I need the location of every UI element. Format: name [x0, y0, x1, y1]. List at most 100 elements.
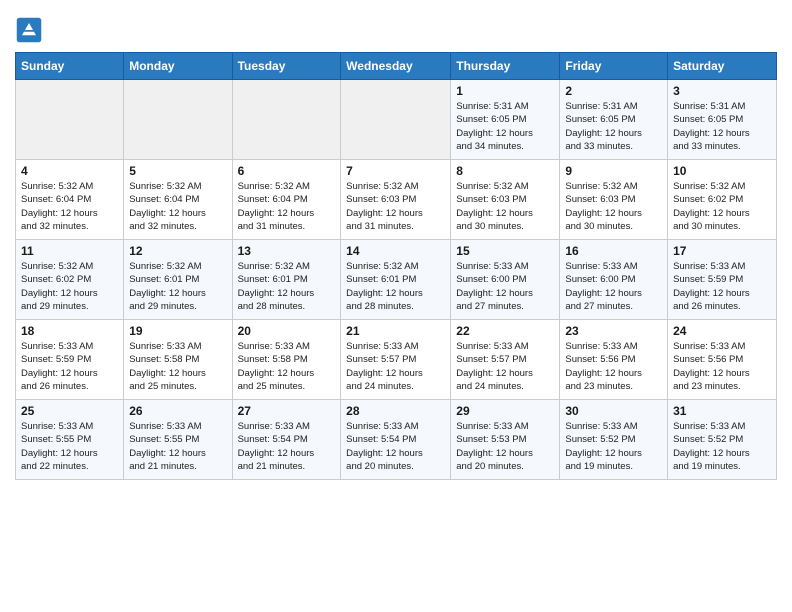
day-number: 6 [238, 164, 336, 178]
day-number: 31 [673, 404, 771, 418]
calendar-cell: 23Sunrise: 5:33 AM Sunset: 5:56 PM Dayli… [560, 320, 668, 400]
day-info: Sunrise: 5:32 AM Sunset: 6:03 PM Dayligh… [346, 180, 445, 233]
day-info: Sunrise: 5:33 AM Sunset: 5:59 PM Dayligh… [21, 340, 118, 393]
day-number: 25 [21, 404, 118, 418]
day-number: 17 [673, 244, 771, 258]
day-info: Sunrise: 5:33 AM Sunset: 5:57 PM Dayligh… [456, 340, 554, 393]
day-number: 15 [456, 244, 554, 258]
day-info: Sunrise: 5:33 AM Sunset: 5:58 PM Dayligh… [129, 340, 226, 393]
calendar-cell: 28 Sunrise: 5:33 AM Sunset: 5:54 PM Dayli… [341, 400, 451, 480]
calendar-cell: 3 Sunrise: 5:31 AM Sunset: 6:05 PM Daylig… [668, 80, 777, 160]
day-number: 30 [565, 404, 662, 418]
day-number: 3 [673, 84, 771, 98]
day-number: 4 [21, 164, 118, 178]
calendar-cell: 8 Sunrise: 5:32 AM Sunset: 6:03 PM Daylig… [451, 160, 560, 240]
calendar-cell: 17 Sunrise: 5:33 AM Sunset: 5:59 PM Dayli… [668, 240, 777, 320]
calendar-cell: 14 Sunrise: 5:32 AM Sunset: 6:01 PM Dayli… [341, 240, 451, 320]
day-info: Sunrise: 5:32 AM Sunset: 6:01 PM Dayligh… [129, 260, 226, 313]
day-number: 26 [129, 404, 226, 418]
calendar-cell: 13 Sunrise: 5:32 AM Sunset: 6:01 PM Dayli… [232, 240, 341, 320]
day-number: 22 [456, 324, 554, 338]
calendar-cell: 12 Sunrise: 5:32 AM Sunset: 6:01 PM Dayli… [124, 240, 232, 320]
day-number: 27 [238, 404, 336, 418]
weekday-header-tuesday: Tuesday [232, 53, 341, 80]
calendar-cell: 27Sunrise: 5:33 AM Sunset: 5:54 PM Dayli… [232, 400, 341, 480]
calendar-cell: 16 Sunrise: 5:33 AM Sunset: 6:00 PM Dayli… [560, 240, 668, 320]
calendar-cell: 11Sunrise: 5:32 AM Sunset: 6:02 PM Dayli… [16, 240, 124, 320]
calendar-cell: 20Sunrise: 5:33 AM Sunset: 5:58 PM Dayli… [232, 320, 341, 400]
day-number: 13 [238, 244, 336, 258]
weekday-header-row: SundayMondayTuesdayWednesdayThursdayFrid… [16, 53, 777, 80]
day-info: Sunrise: 5:33 AM Sunset: 5:56 PM Dayligh… [673, 340, 771, 393]
day-info: Sunrise: 5:31 AM Sunset: 6:05 PM Dayligh… [673, 100, 771, 153]
weekday-header-saturday: Saturday [668, 53, 777, 80]
day-info: Sunrise: 5:33 AM Sunset: 5:55 PM Dayligh… [129, 420, 226, 473]
day-number: 2 [565, 84, 662, 98]
day-info: Sunrise: 5:32 AM Sunset: 6:04 PM Dayligh… [21, 180, 118, 233]
calendar-week-row: 18 Sunrise: 5:33 AM Sunset: 5:59 PM Dayli… [16, 320, 777, 400]
day-number: 10 [673, 164, 771, 178]
calendar-cell [232, 80, 341, 160]
day-info: Sunrise: 5:31 AM Sunset: 6:05 PM Dayligh… [565, 100, 662, 153]
day-info: Sunrise: 5:32 AM Sunset: 6:01 PM Dayligh… [238, 260, 336, 313]
day-number: 28 [346, 404, 445, 418]
calendar-cell: 22 Sunrise: 5:33 AM Sunset: 5:57 PM Dayli… [451, 320, 560, 400]
calendar-body: 1 Sunrise: 5:31 AM Sunset: 6:05 PM Daylig… [16, 80, 777, 480]
calendar-cell: 18 Sunrise: 5:33 AM Sunset: 5:59 PM Dayli… [16, 320, 124, 400]
day-number: 12 [129, 244, 226, 258]
calendar-table: SundayMondayTuesdayWednesdayThursdayFrid… [15, 52, 777, 480]
day-info: Sunrise: 5:33 AM Sunset: 5:57 PM Dayligh… [346, 340, 445, 393]
day-number: 24 [673, 324, 771, 338]
weekday-header-sunday: Sunday [16, 53, 124, 80]
day-info: Sunrise: 5:32 AM Sunset: 6:04 PM Dayligh… [129, 180, 226, 233]
day-info: Sunrise: 5:32 AM Sunset: 6:03 PM Dayligh… [456, 180, 554, 233]
calendar-cell: 29Sunrise: 5:33 AM Sunset: 5:53 PM Dayli… [451, 400, 560, 480]
weekday-header-friday: Friday [560, 53, 668, 80]
weekday-header-wednesday: Wednesday [341, 53, 451, 80]
calendar-cell: 10Sunrise: 5:32 AM Sunset: 6:02 PM Dayli… [668, 160, 777, 240]
day-number: 14 [346, 244, 445, 258]
day-number: 9 [565, 164, 662, 178]
day-number: 1 [456, 84, 554, 98]
calendar-cell: 6 Sunrise: 5:32 AM Sunset: 6:04 PM Daylig… [232, 160, 341, 240]
weekday-header-monday: Monday [124, 53, 232, 80]
day-info: Sunrise: 5:32 AM Sunset: 6:01 PM Dayligh… [346, 260, 445, 313]
calendar-cell: 5 Sunrise: 5:32 AM Sunset: 6:04 PM Daylig… [124, 160, 232, 240]
weekday-header-thursday: Thursday [451, 53, 560, 80]
calendar-cell: 21Sunrise: 5:33 AM Sunset: 5:57 PM Dayli… [341, 320, 451, 400]
day-number: 5 [129, 164, 226, 178]
day-info: Sunrise: 5:33 AM Sunset: 5:59 PM Dayligh… [673, 260, 771, 313]
calendar-week-row: 25 Sunrise: 5:33 AM Sunset: 5:55 PM Dayli… [16, 400, 777, 480]
logo [15, 16, 47, 44]
calendar-cell [16, 80, 124, 160]
calendar-cell: 30 Sunrise: 5:33 AM Sunset: 5:52 PM Dayli… [560, 400, 668, 480]
calendar-cell: 4 Sunrise: 5:32 AM Sunset: 6:04 PM Daylig… [16, 160, 124, 240]
calendar-cell: 9 Sunrise: 5:32 AM Sunset: 6:03 PM Daylig… [560, 160, 668, 240]
day-number: 7 [346, 164, 445, 178]
day-info: Sunrise: 5:33 AM Sunset: 6:00 PM Dayligh… [456, 260, 554, 313]
day-info: Sunrise: 5:33 AM Sunset: 5:52 PM Dayligh… [565, 420, 662, 473]
day-number: 29 [456, 404, 554, 418]
day-info: Sunrise: 5:33 AM Sunset: 6:00 PM Dayligh… [565, 260, 662, 313]
day-number: 18 [21, 324, 118, 338]
calendar-cell [124, 80, 232, 160]
day-number: 16 [565, 244, 662, 258]
day-info: Sunrise: 5:33 AM Sunset: 5:54 PM Dayligh… [346, 420, 445, 473]
calendar-cell: 19 Sunrise: 5:33 AM Sunset: 5:58 PM Dayli… [124, 320, 232, 400]
calendar-cell: 1Sunrise: 5:31 AM Sunset: 6:05 PM Daylig… [451, 80, 560, 160]
logo-icon [15, 16, 43, 44]
calendar-cell: 26 Sunrise: 5:33 AM Sunset: 5:55 PM Dayli… [124, 400, 232, 480]
calendar-cell: 24 Sunrise: 5:33 AM Sunset: 5:56 PM Dayli… [668, 320, 777, 400]
calendar-week-row: 4 Sunrise: 5:32 AM Sunset: 6:04 PM Daylig… [16, 160, 777, 240]
day-info: Sunrise: 5:32 AM Sunset: 6:03 PM Dayligh… [565, 180, 662, 233]
calendar-week-row: 11Sunrise: 5:32 AM Sunset: 6:02 PM Dayli… [16, 240, 777, 320]
day-info: Sunrise: 5:33 AM Sunset: 5:52 PM Dayligh… [673, 420, 771, 473]
day-number: 8 [456, 164, 554, 178]
day-info: Sunrise: 5:32 AM Sunset: 6:04 PM Dayligh… [238, 180, 336, 233]
calendar-week-row: 1 Sunrise: 5:31 AM Sunset: 6:05 PM Daylig… [16, 80, 777, 160]
day-number: 11 [21, 244, 118, 258]
page-header [15, 10, 777, 44]
day-number: 23 [565, 324, 662, 338]
day-number: 19 [129, 324, 226, 338]
day-info: Sunrise: 5:33 AM Sunset: 5:58 PM Dayligh… [238, 340, 336, 393]
